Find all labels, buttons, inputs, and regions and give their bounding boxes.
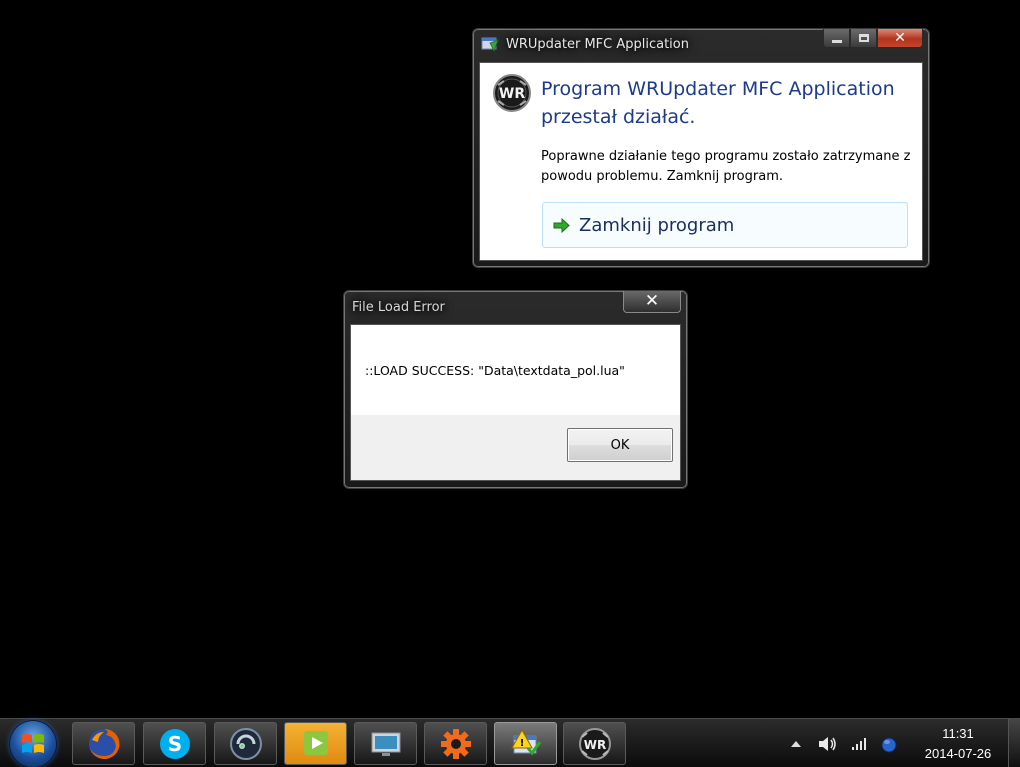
taskbar-action-center-button[interactable]: !	[494, 722, 557, 765]
close-icon: ✕	[894, 30, 906, 46]
desktop: WRUpdater MFC Application ✕ WR Program W…	[0, 0, 1020, 767]
wr-app-icon-text: WR	[499, 86, 525, 102]
globe-status-icon[interactable]	[881, 737, 897, 753]
crash-dialog-titlebar[interactable]: WRUpdater MFC Application ✕	[473, 29, 929, 61]
network-signal-icon[interactable]	[851, 737, 867, 751]
start-button[interactable]	[10, 721, 56, 767]
speaker-icon[interactable]	[818, 736, 838, 752]
close-program-label: Zamknij program	[579, 215, 735, 236]
error-caption-buttons: ✕	[623, 291, 681, 313]
crash-heading: Program WRUpdater MFC Application przest…	[541, 78, 895, 128]
gear-icon	[440, 728, 471, 759]
action-center-icon: !	[510, 728, 541, 755]
minimize-icon	[831, 39, 842, 43]
close-program-button[interactable]: Zamknij program	[542, 202, 908, 248]
taskbar: S ! WR 11:31 2014-07-26	[0, 718, 1020, 767]
wr-app-icon: WR	[493, 74, 531, 112]
error-dialog-title: File Load Error	[352, 300, 445, 315]
skype-icon: S	[159, 728, 190, 759]
svg-text:!: !	[519, 738, 524, 749]
taskbar-media-button[interactable]	[284, 722, 347, 765]
crash-dialog-title: WRUpdater MFC Application	[506, 37, 689, 52]
show-hidden-icons-button[interactable]	[791, 741, 801, 747]
close-button[interactable]: ✕	[877, 29, 923, 48]
play-icon	[303, 730, 328, 755]
crash-description: Poprawne działanie tego programu zostało…	[541, 149, 911, 184]
crash-dialog-body: WR Program WRUpdater MFC Application prz…	[479, 62, 923, 261]
monitor-icon	[371, 732, 400, 756]
wr-icon-text: WR	[583, 738, 605, 752]
maximize-icon	[858, 34, 869, 42]
error-close-button[interactable]: ✕	[623, 291, 681, 313]
taskbar-gear-button[interactable]	[424, 722, 487, 765]
file-load-error-window: File Load Error ✕ ::LOAD SUCCESS: "Data\…	[343, 290, 688, 489]
taskbar-monitor-button[interactable]	[354, 722, 417, 765]
taskbar-wrupdater-button[interactable]: WR	[563, 722, 626, 765]
crash-dialog-window: WRUpdater MFC Application ✕ WR Program W…	[472, 28, 930, 268]
taskbar-teamspeak-button[interactable]	[214, 722, 277, 765]
svg-text:S: S	[167, 732, 181, 756]
error-dialog-body: ::LOAD SUCCESS: "Data\textdata_pol.lua" …	[350, 324, 681, 481]
taskbar-skype-button[interactable]: S	[143, 722, 206, 765]
taskbar-firefox-button[interactable]	[72, 722, 135, 765]
wr-icon: WR	[578, 727, 611, 760]
error-message-area: ::LOAD SUCCESS: "Data\textdata_pol.lua"	[351, 325, 680, 415]
caption-buttons: ✕	[823, 29, 923, 49]
green-arrow-icon	[553, 218, 570, 233]
app-window-icon	[481, 37, 499, 52]
teamspeak-icon	[229, 727, 262, 760]
ok-button[interactable]: OK	[567, 428, 673, 462]
show-desktop-button[interactable]	[1008, 719, 1020, 767]
minimize-button[interactable]	[823, 29, 850, 48]
clock-time[interactable]: 11:31	[916, 726, 1000, 741]
clock-date[interactable]: 2014-07-26	[916, 746, 1000, 761]
error-dialog-titlebar[interactable]: File Load Error ✕	[344, 291, 687, 323]
close-icon: ✕	[644, 291, 660, 311]
firefox-icon	[88, 728, 119, 759]
windows-logo-icon	[22, 734, 44, 753]
error-message: ::LOAD SUCCESS: "Data\textdata_pol.lua"	[365, 363, 625, 378]
maximize-button[interactable]	[850, 29, 877, 48]
